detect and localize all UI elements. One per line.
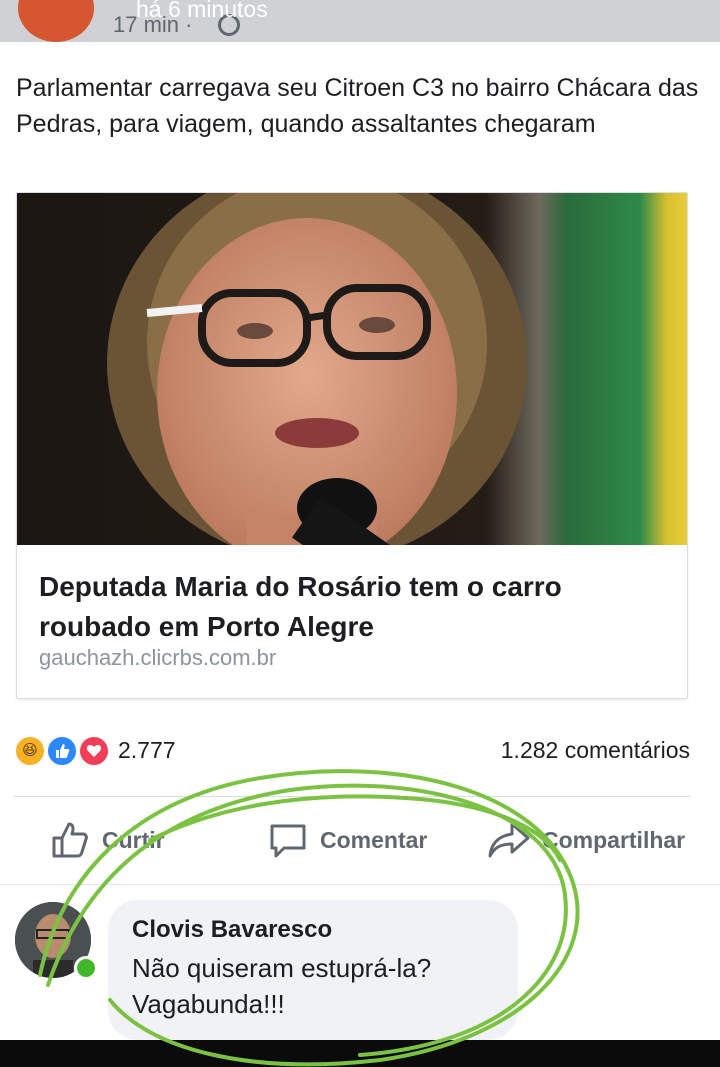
comment-button[interactable]: Comentar (268, 818, 427, 862)
share-button[interactable]: Compartilhar (488, 818, 685, 862)
comment-bubble-icon (270, 824, 306, 858)
link-title[interactable]: Deputada Maria do Rosário tem o carro ro… (39, 567, 659, 647)
link-preview-image[interactable] (17, 193, 687, 545)
comments-count[interactable]: 1.282 comentários (501, 737, 690, 764)
divider (14, 796, 690, 797)
comment-bubble[interactable]: Clovis Bavaresco Não quiseram estuprá-la… (108, 900, 518, 1040)
page-avatar[interactable] (18, 0, 94, 42)
story-overlay-time: há 6 minutos (136, 0, 268, 22)
link-domain: gauchazh.clicrbs.com.br (39, 645, 277, 670)
love-reaction-icon[interactable] (78, 735, 110, 767)
like-reaction-icon[interactable] (46, 735, 78, 767)
like-label: Curtir (102, 826, 165, 853)
post-text: Parlamentar carregava seu Citroen C3 no … (16, 74, 699, 138)
haha-reaction-icon[interactable]: 😆 (14, 735, 46, 767)
link-preview-card[interactable]: Deputada Maria do Rosário tem o carro ro… (16, 192, 688, 699)
online-status-dot (74, 956, 98, 980)
bottom-bar (0, 1040, 720, 1067)
comment-label: Comentar (320, 826, 428, 853)
like-button[interactable]: Curtir (50, 818, 165, 862)
comment-author[interactable]: Clovis Bavaresco (132, 916, 332, 944)
share-label: Compartilhar (542, 826, 686, 853)
thumbs-up-icon (52, 822, 88, 858)
portrait-photo (17, 193, 687, 545)
share-arrow-icon (488, 822, 530, 858)
divider (0, 884, 720, 885)
post-header: 17 min · há 6 minutos (0, 0, 720, 42)
reactions-row: 😆 2.777 1.282 comentários (14, 733, 690, 769)
comment-text: Não quiseram estuprá-la? Vagabunda!!! (132, 953, 432, 1019)
reactions-count[interactable]: 2.777 (118, 737, 176, 764)
